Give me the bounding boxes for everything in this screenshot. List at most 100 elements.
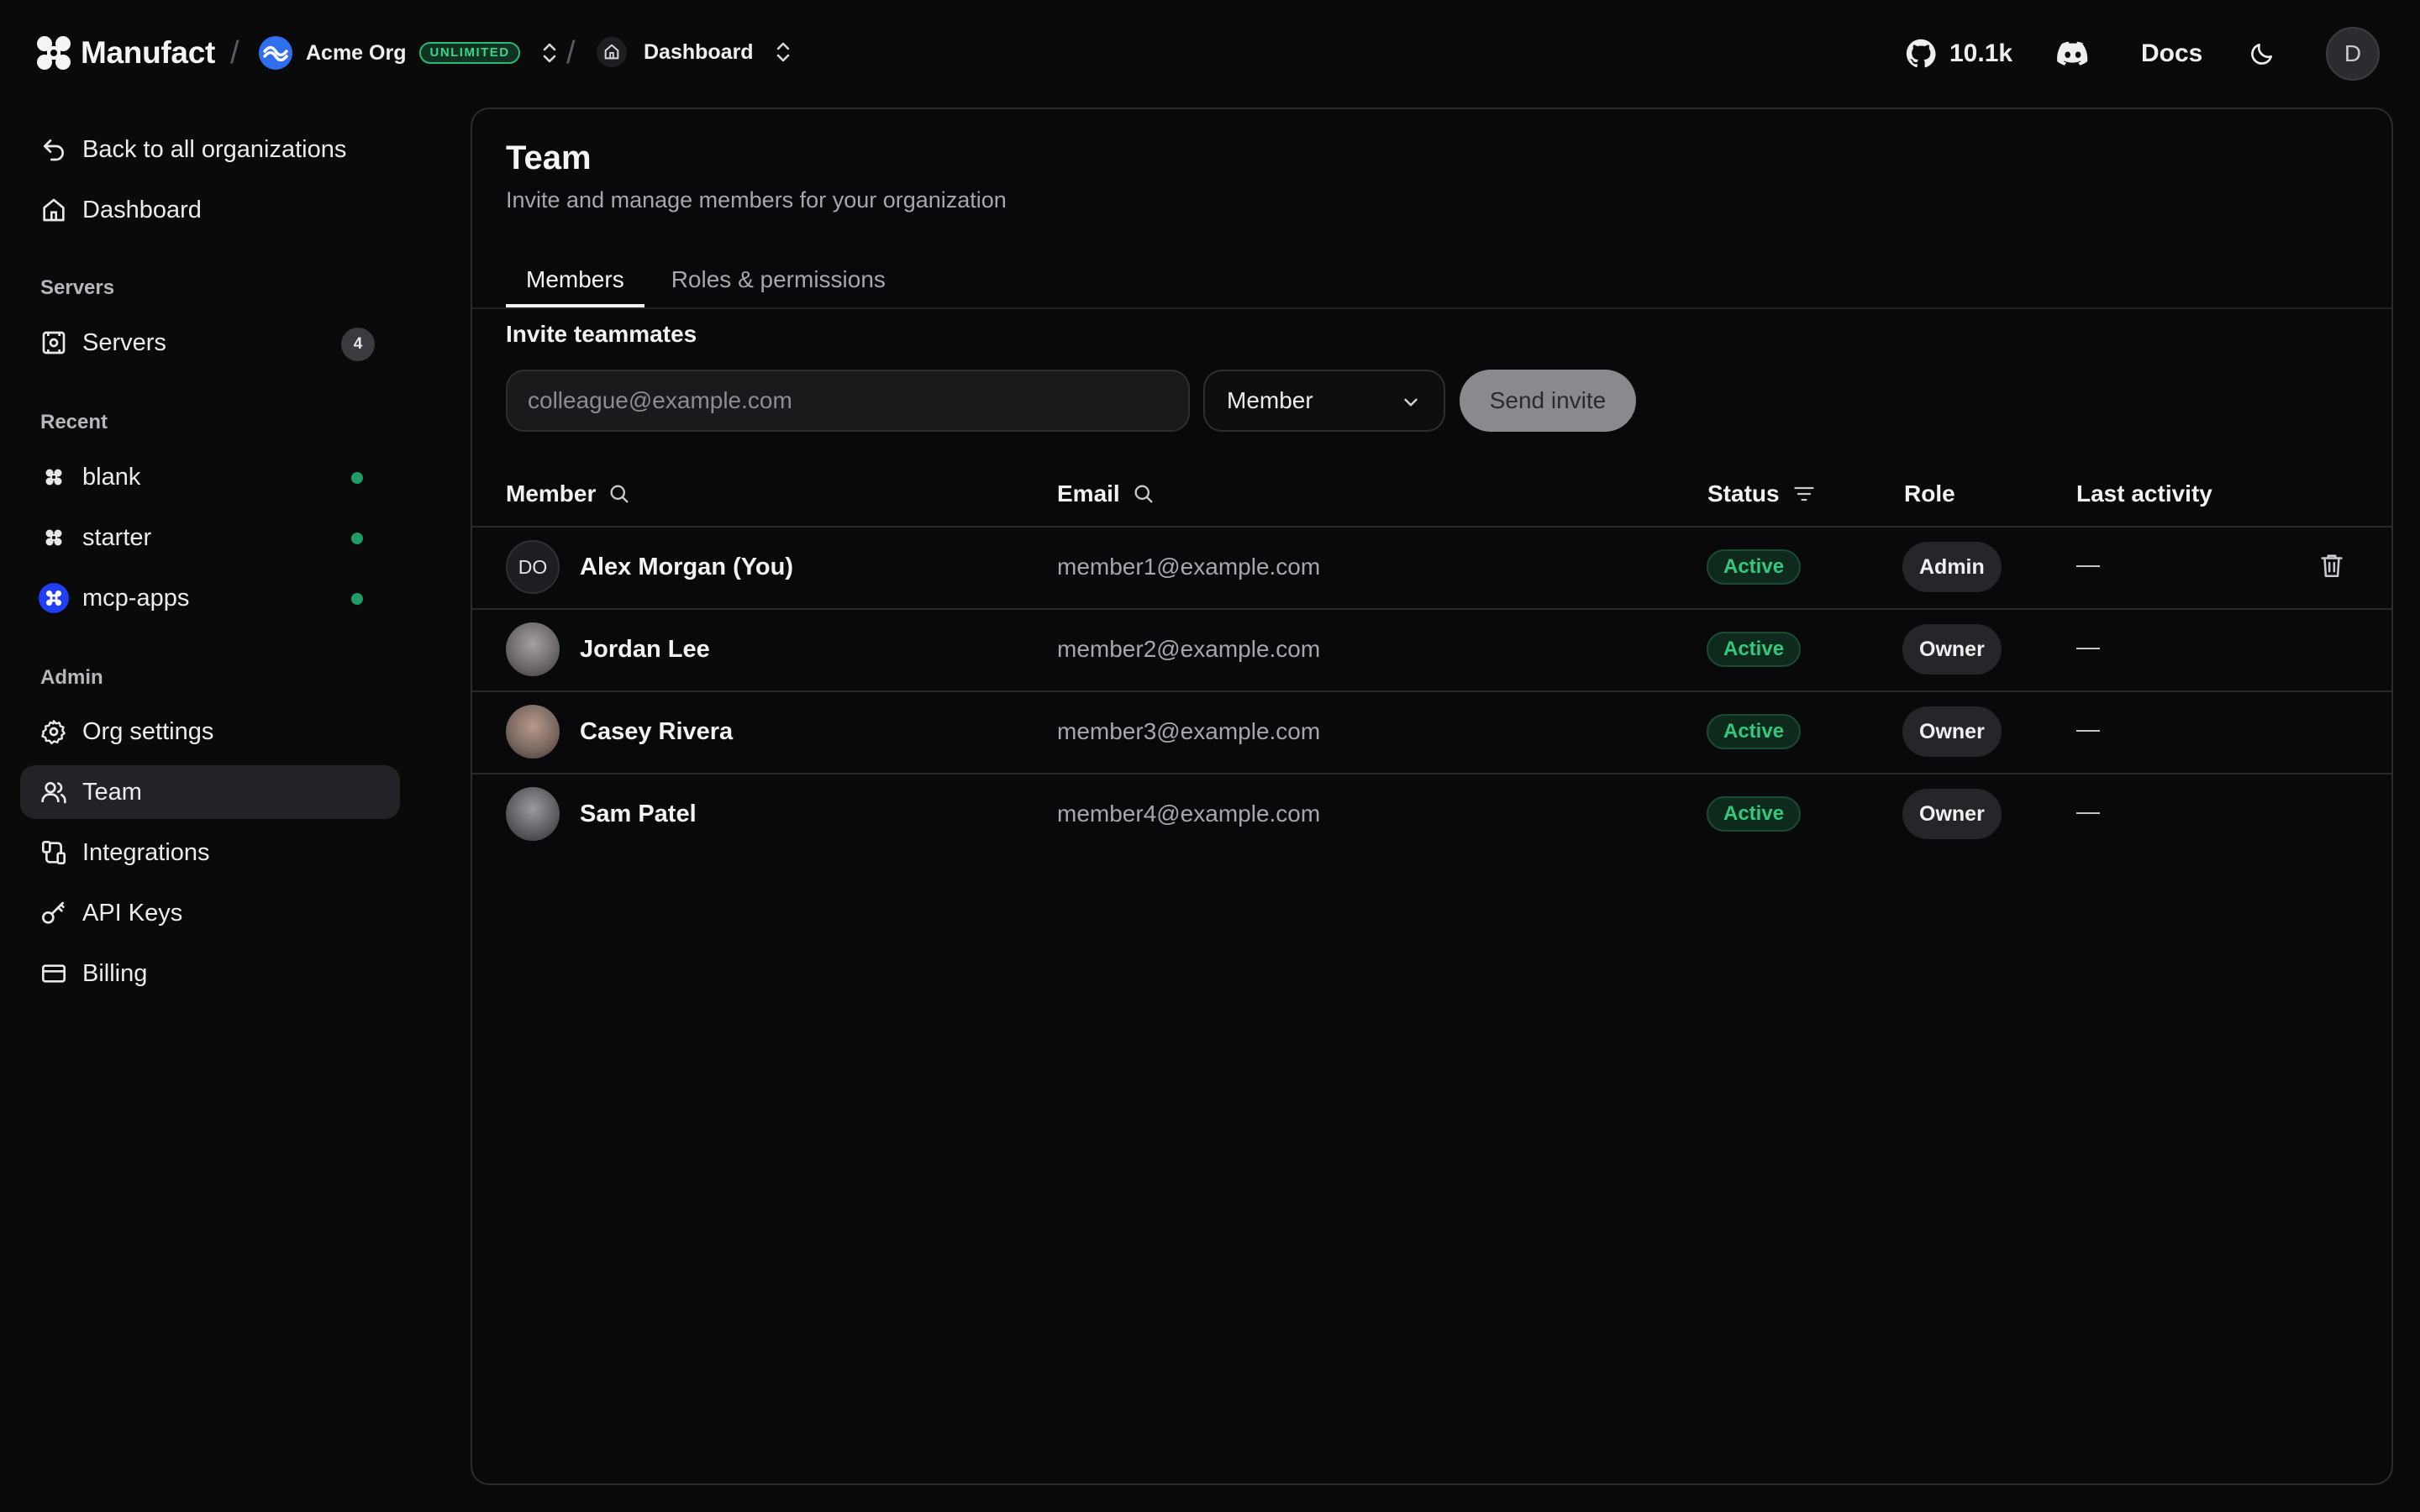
- brand[interactable]: Manufact: [35, 34, 215, 71]
- send-invite-button[interactable]: Send invite: [1460, 370, 1636, 432]
- chevron-up-down-icon[interactable]: [774, 39, 792, 65]
- section-label-servers: Servers: [40, 276, 115, 299]
- role-badge[interactable]: Owner: [1902, 706, 2002, 757]
- last-activity-value: —: [2076, 633, 2100, 659]
- top-header: Manufact / Acme Org UNLIMITED / Dashboar…: [0, 0, 2420, 108]
- sidebar-item-servers[interactable]: Servers 4: [20, 316, 400, 370]
- page-switcher[interactable]: Dashboard: [597, 37, 792, 67]
- last-activity-cell: —: [2076, 551, 2100, 578]
- search-icon[interactable]: [1132, 482, 1155, 506]
- org-avatar: [259, 36, 292, 70]
- column-header-last-activity: Last activity: [2076, 480, 2212, 507]
- credit-card-icon: [39, 958, 69, 989]
- member-name: Casey Rivera: [580, 717, 734, 745]
- back-to-organizations-link[interactable]: Back to all organizations: [20, 123, 400, 176]
- home-icon: [39, 195, 69, 225]
- member-email: member1@example.com: [1057, 554, 1320, 580]
- docs-link[interactable]: Docs: [2141, 30, 2202, 77]
- page-subtitle: Invite and manage members for your organ…: [506, 187, 1007, 213]
- avatar: [506, 622, 560, 676]
- last-activity-value: —: [2076, 716, 2100, 742]
- tab-roles-permissions[interactable]: Roles & permissions: [651, 252, 906, 307]
- member-name: Sam Patel: [580, 800, 697, 827]
- manufact-logo-icon: [39, 462, 69, 492]
- chevron-up-down-icon[interactable]: [540, 40, 559, 66]
- sidebar-item-org-settings[interactable]: Org settings: [20, 705, 400, 759]
- breadcrumb-separator: /: [566, 35, 576, 71]
- member-name: Jordan Lee: [580, 635, 710, 663]
- theme-toggle[interactable]: [2249, 30, 2275, 77]
- filter-icon[interactable]: [1791, 482, 1817, 506]
- recent-item-blank[interactable]: blank: [20, 450, 400, 504]
- role-select-value: Member: [1227, 387, 1313, 413]
- column-label: Member: [506, 480, 597, 507]
- sidebar-item-dashboard[interactable]: Dashboard: [20, 183, 400, 237]
- discord-icon: [2057, 41, 2088, 66]
- integrations-icon: [39, 837, 69, 868]
- sidebar-item-label: starter: [82, 523, 152, 551]
- table-row-member: DO Alex Morgan (You): [506, 540, 793, 594]
- sidebar-item-label: Org settings: [82, 717, 214, 745]
- role-badge[interactable]: Admin: [1902, 542, 2002, 592]
- table-divider: [472, 526, 2391, 528]
- table-row-member: Jordan Lee: [506, 622, 710, 676]
- avatar: DO: [506, 540, 560, 594]
- tabs: Members Roles & permissions: [506, 252, 913, 307]
- wave-icon: [263, 45, 288, 61]
- role-badge[interactable]: Owner: [1902, 789, 2002, 839]
- page-crumb-label: Dashboard: [644, 39, 754, 64]
- users-icon: [39, 777, 69, 807]
- status-badge: Active: [1707, 714, 1802, 749]
- row-divider: [472, 608, 2391, 610]
- user-avatar[interactable]: D: [2326, 27, 2380, 81]
- main-panel: Team Invite and manage members for your …: [471, 108, 2393, 1485]
- column-label: Status: [1707, 480, 1780, 507]
- section-label-recent: Recent: [40, 411, 108, 433]
- row-divider: [472, 773, 2391, 774]
- discord-link[interactable]: [2057, 30, 2089, 77]
- member-email: member4@example.com: [1057, 801, 1320, 827]
- breadcrumb-separator: /: [230, 35, 239, 71]
- delete-member-button[interactable]: [2317, 551, 2346, 580]
- role-badge[interactable]: Owner: [1902, 624, 2002, 675]
- servers-count-badge: 4: [341, 328, 375, 361]
- status-badge: Active: [1707, 549, 1802, 585]
- sidebar-item-label: Team: [82, 778, 142, 806]
- undo-arrow-icon: [39, 134, 69, 165]
- sidebar-item-label: Integrations: [82, 838, 210, 866]
- invite-role-select[interactable]: Member: [1203, 370, 1445, 432]
- role-cell: Owner: [1902, 706, 2002, 757]
- brand-name: Manufact: [81, 35, 215, 70]
- recent-item-mcp-apps[interactable]: mcp-apps: [20, 571, 400, 625]
- role-cell: Owner: [1902, 789, 2002, 839]
- tab-members[interactable]: Members: [506, 252, 644, 307]
- status-dot: [351, 472, 363, 484]
- table-row-member: Casey Rivera: [506, 705, 733, 759]
- sidebar-item-integrations[interactable]: Integrations: [20, 826, 400, 879]
- chevron-down-icon: [1404, 398, 1418, 407]
- column-header-status[interactable]: Status: [1707, 477, 1817, 511]
- column-header-email[interactable]: Email: [1057, 477, 1155, 511]
- sidebar-item-label: mcp-apps: [82, 584, 190, 612]
- sidebar-item-label: API Keys: [82, 899, 183, 927]
- app-logo-icon: [39, 583, 69, 613]
- recent-item-starter[interactable]: starter: [20, 511, 400, 564]
- sidebar-item-team[interactable]: Team: [20, 765, 400, 819]
- status-dot: [351, 533, 363, 544]
- invite-email-input[interactable]: [506, 370, 1190, 432]
- sidebar-item-label: Billing: [82, 959, 148, 987]
- status-badge: Active: [1707, 632, 1802, 667]
- search-icon[interactable]: [608, 482, 631, 506]
- sidebar: Back to all organizations Dashboard Serv…: [0, 108, 471, 1512]
- page-title: Team: [506, 139, 592, 176]
- server-icon: [39, 328, 69, 358]
- sidebar-item-api-keys[interactable]: API Keys: [20, 886, 400, 940]
- table-row-member: Sam Patel: [506, 787, 697, 841]
- manufact-logo-icon: [37, 36, 71, 70]
- section-label-admin: Admin: [40, 666, 103, 689]
- org-switcher[interactable]: Acme Org UNLIMITED: [259, 36, 559, 70]
- sidebar-item-billing[interactable]: Billing: [20, 947, 400, 1000]
- last-activity-cell: —: [2076, 716, 2100, 743]
- column-header-member[interactable]: Member: [506, 477, 631, 511]
- github-link[interactable]: 10.1k: [1906, 30, 2012, 77]
